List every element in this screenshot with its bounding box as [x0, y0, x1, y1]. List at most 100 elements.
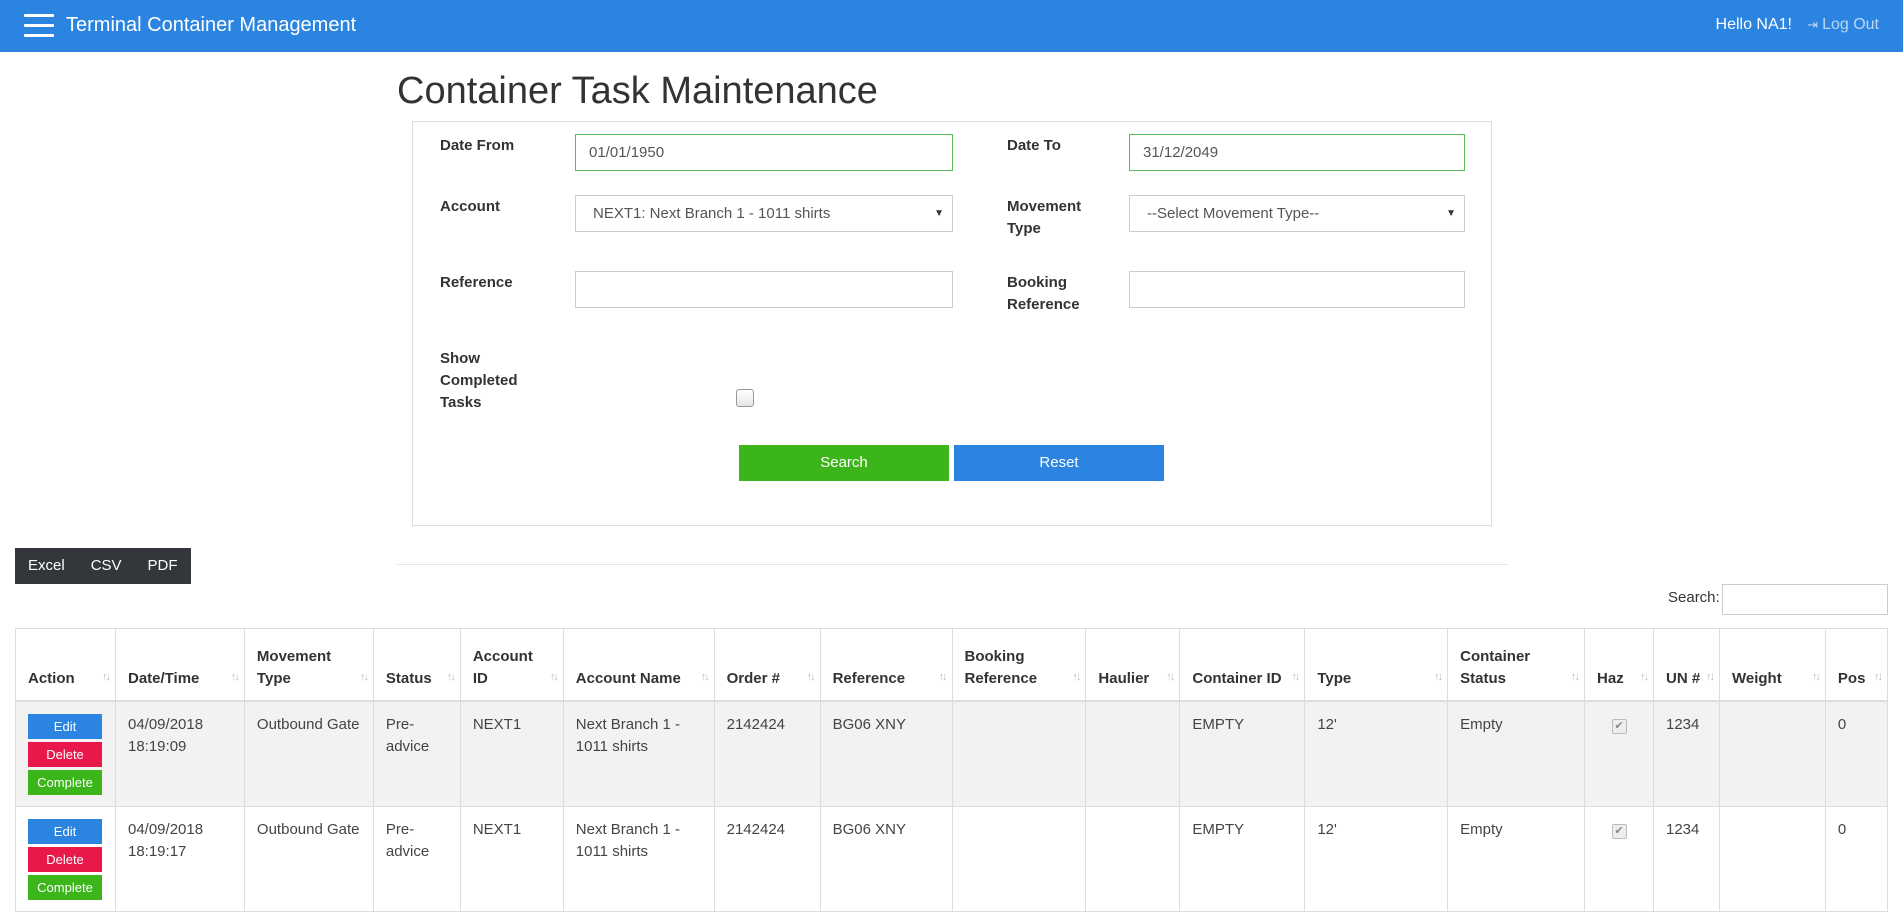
table-row: Edit Delete Complete 04/09/2018 18:19:09…: [15, 700, 1889, 807]
delete-button[interactable]: Delete: [28, 846, 102, 872]
date-from-label: Date From: [440, 137, 515, 154]
column-header[interactable]: Pos ↑↓: [1824, 628, 1889, 702]
sign-out-icon: ⇥: [1807, 17, 1819, 32]
page-title: Container Task Maintenance: [397, 70, 878, 112]
column-header[interactable]: Reference ↑↓: [819, 628, 953, 702]
sort-icon: ↑↓: [1166, 670, 1175, 683]
pdf-export-button[interactable]: PDF: [135, 548, 191, 584]
account-label: Account: [440, 198, 500, 215]
reference-cell: BG06 XNY: [819, 805, 953, 912]
sort-icon: ↑↓: [1811, 670, 1821, 683]
logout-link[interactable]: ⇥ Log Out: [1807, 16, 1879, 34]
reference-input[interactable]: [575, 271, 953, 308]
sort-icon: ↑↓: [700, 670, 710, 683]
movement-type-label: Movement Type: [1007, 198, 1082, 237]
table-search-input[interactable]: [1722, 584, 1888, 615]
edit-button[interactable]: Edit: [28, 818, 102, 844]
account-id-cell: NEXT1: [459, 700, 564, 807]
sort-icon: ↑↓: [1571, 670, 1580, 683]
datetime-cell: 04/09/2018 18:19:09: [114, 700, 245, 807]
app-title[interactable]: Terminal Container Management: [66, 14, 356, 37]
table-search-label: Search:: [1668, 589, 1720, 606]
divider: [397, 564, 1508, 565]
column-header[interactable]: Status ↑↓: [372, 628, 461, 702]
top-navbar: Terminal Container Management Hello NA1!…: [0, 0, 1903, 52]
weight-cell: [1718, 700, 1826, 807]
column-header[interactable]: Container ID ↑↓: [1179, 628, 1306, 702]
haz-checkbox: ✔: [1611, 823, 1627, 839]
task-table: Action ↑↓ Date/Time ↑↓ Movement Type ↑↓ Sta…: [15, 628, 1889, 912]
pos-cell: 0: [1824, 700, 1889, 807]
container-id-cell: EMPTY: [1179, 805, 1306, 912]
pos-cell: 0: [1824, 805, 1889, 912]
movement-type-select-value: --Select Movement Type--: [1147, 205, 1320, 222]
sort-icon: ↑↓: [549, 670, 559, 683]
haz-cell: ✔: [1584, 805, 1654, 912]
dropdown-arrow-icon: ▼: [1446, 208, 1456, 219]
reference-cell: BG06 XNY: [819, 700, 953, 807]
account-id-cell: NEXT1: [459, 805, 564, 912]
column-header[interactable]: Type ↑↓: [1304, 628, 1449, 702]
status-cell: Pre-advice: [372, 805, 461, 912]
hamburger-menu-icon[interactable]: [24, 14, 54, 38]
un-cell: 1234: [1653, 805, 1720, 912]
date-to-input[interactable]: [1129, 134, 1465, 171]
sort-icon: ↑↓: [1434, 670, 1443, 683]
table-header-row: Action ↑↓ Date/Time ↑↓ Movement Type ↑↓ Sta…: [15, 628, 1889, 702]
csv-export-button[interactable]: CSV: [78, 548, 135, 584]
delete-button[interactable]: Delete: [28, 741, 102, 767]
column-header[interactable]: Date/Time ↑↓: [114, 628, 245, 702]
column-header[interactable]: UN # ↑↓: [1653, 628, 1720, 702]
haz-cell: ✔: [1584, 700, 1654, 807]
sort-icon: ↑↓: [446, 670, 456, 683]
column-header[interactable]: Account ID ↑↓: [459, 628, 564, 702]
booking-reference-input[interactable]: [1129, 271, 1465, 308]
account-select[interactable]: NEXT1: Next Branch 1 - 1011 shirts ▼: [575, 195, 953, 232]
column-header[interactable]: Movement Type ↑↓: [243, 628, 374, 702]
show-completed-label: Show Completed Tasks: [440, 350, 518, 411]
action-cell: Edit Delete Complete: [15, 700, 116, 807]
reset-button[interactable]: Reset: [954, 445, 1164, 481]
column-header[interactable]: Weight ↑↓: [1718, 628, 1826, 702]
weight-cell: [1718, 805, 1826, 912]
container-status-cell: Empty: [1447, 805, 1586, 912]
un-cell: 1234: [1653, 700, 1720, 807]
excel-export-button[interactable]: Excel: [15, 548, 78, 584]
sort-icon: ↑↓: [938, 670, 948, 683]
container-status-cell: Empty: [1447, 700, 1586, 807]
complete-button[interactable]: Complete: [28, 769, 102, 795]
booking-reference-cell: [951, 700, 1087, 807]
column-header[interactable]: Container Status ↑↓: [1447, 628, 1586, 702]
booking-reference-label: Booking Reference: [1007, 274, 1080, 313]
date-from-input[interactable]: [575, 134, 953, 171]
haulier-cell: [1085, 700, 1181, 807]
user-greeting: Hello NA1!: [1715, 16, 1792, 33]
column-header[interactable]: Booking Reference ↑↓: [951, 628, 1087, 702]
column-header[interactable]: Action ↑↓: [15, 628, 116, 702]
datetime-cell: 04/09/2018 18:19:17: [114, 805, 245, 912]
filter-panel: Date From Date To Account NEXT1: Next Br…: [412, 121, 1492, 526]
show-completed-checkbox[interactable]: [736, 389, 754, 407]
column-header[interactable]: Account Name ↑↓: [562, 628, 715, 702]
complete-button[interactable]: Complete: [28, 874, 102, 900]
edit-button[interactable]: Edit: [28, 713, 102, 739]
export-toolbar: Excel CSV PDF: [15, 548, 191, 584]
logout-label: Log Out: [1822, 16, 1879, 33]
search-button[interactable]: Search: [739, 445, 949, 481]
container-id-cell: EMPTY: [1179, 700, 1306, 807]
sort-icon: ↑↓: [1640, 670, 1649, 683]
sort-icon: ↑↓: [1874, 670, 1883, 683]
action-cell: Edit Delete Complete: [15, 805, 116, 912]
type-cell: 12': [1304, 700, 1449, 807]
sort-icon: ↑↓: [230, 670, 240, 683]
status-cell: Pre-advice: [372, 700, 461, 807]
column-header[interactable]: Order # ↑↓: [713, 628, 821, 702]
sort-icon: ↑↓: [1072, 670, 1081, 683]
type-cell: 12': [1304, 805, 1449, 912]
column-header[interactable]: Haz ↑↓: [1584, 628, 1654, 702]
movement-type-select[interactable]: --Select Movement Type-- ▼: [1129, 195, 1465, 232]
column-header[interactable]: Haulier ↑↓: [1085, 628, 1181, 702]
date-to-label: Date To: [1007, 137, 1061, 154]
order-cell: 2142424: [713, 805, 821, 912]
account-name-cell: Next Branch 1 - 1011 shirts: [562, 700, 715, 807]
